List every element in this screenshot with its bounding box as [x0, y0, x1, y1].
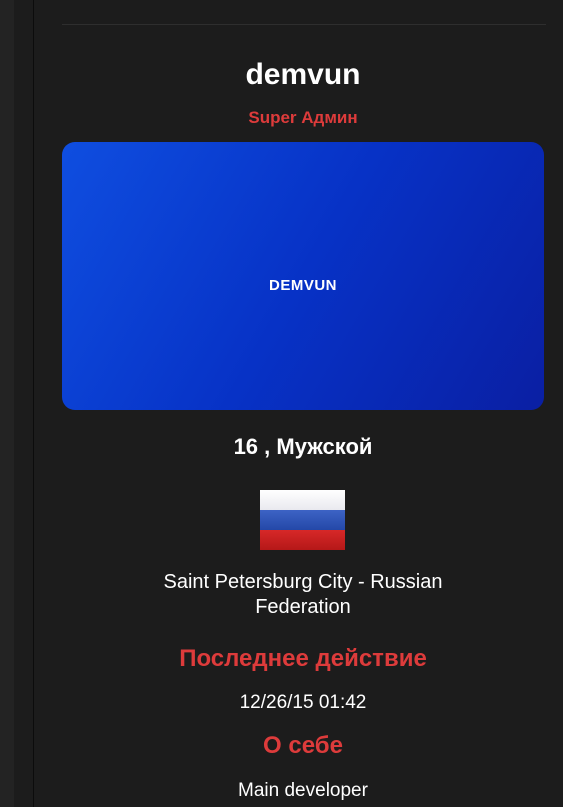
profile-age-gender: 16 , Мужской	[233, 434, 373, 459]
profile-banner-text: DEMVUN	[268, 277, 337, 294]
left-scroll-gutter	[0, 0, 14, 807]
profile-page: demvun Super Админ DEMVUN 16 , Мужской S…	[0, 0, 563, 807]
left-divider	[33, 0, 34, 807]
russia-flag-icon	[260, 490, 345, 550]
flag-red-stripe	[260, 530, 345, 550]
profile-location: Saint Petersburg City - Russian Federati…	[62, 570, 544, 620]
flag-white-stripe	[260, 490, 345, 510]
profile-role: Super Админ	[248, 108, 358, 127]
about-text: Main developer	[238, 780, 368, 801]
profile-card: demvun Super Админ DEMVUN 16 , Мужской S…	[62, 0, 544, 807]
profile-location-line2: Federation	[255, 596, 351, 618]
profile-banner	[62, 142, 544, 410]
last-action-heading: Последнее действие	[179, 645, 427, 672]
profile-location-line1: Saint Petersburg City - Russian	[163, 571, 443, 593]
last-action-timestamp: 12/26/15 01:42	[239, 692, 367, 713]
profile-username[interactable]: demvun	[62, 57, 544, 93]
flag-blue-stripe	[260, 510, 345, 530]
about-heading: О себе	[263, 732, 343, 759]
